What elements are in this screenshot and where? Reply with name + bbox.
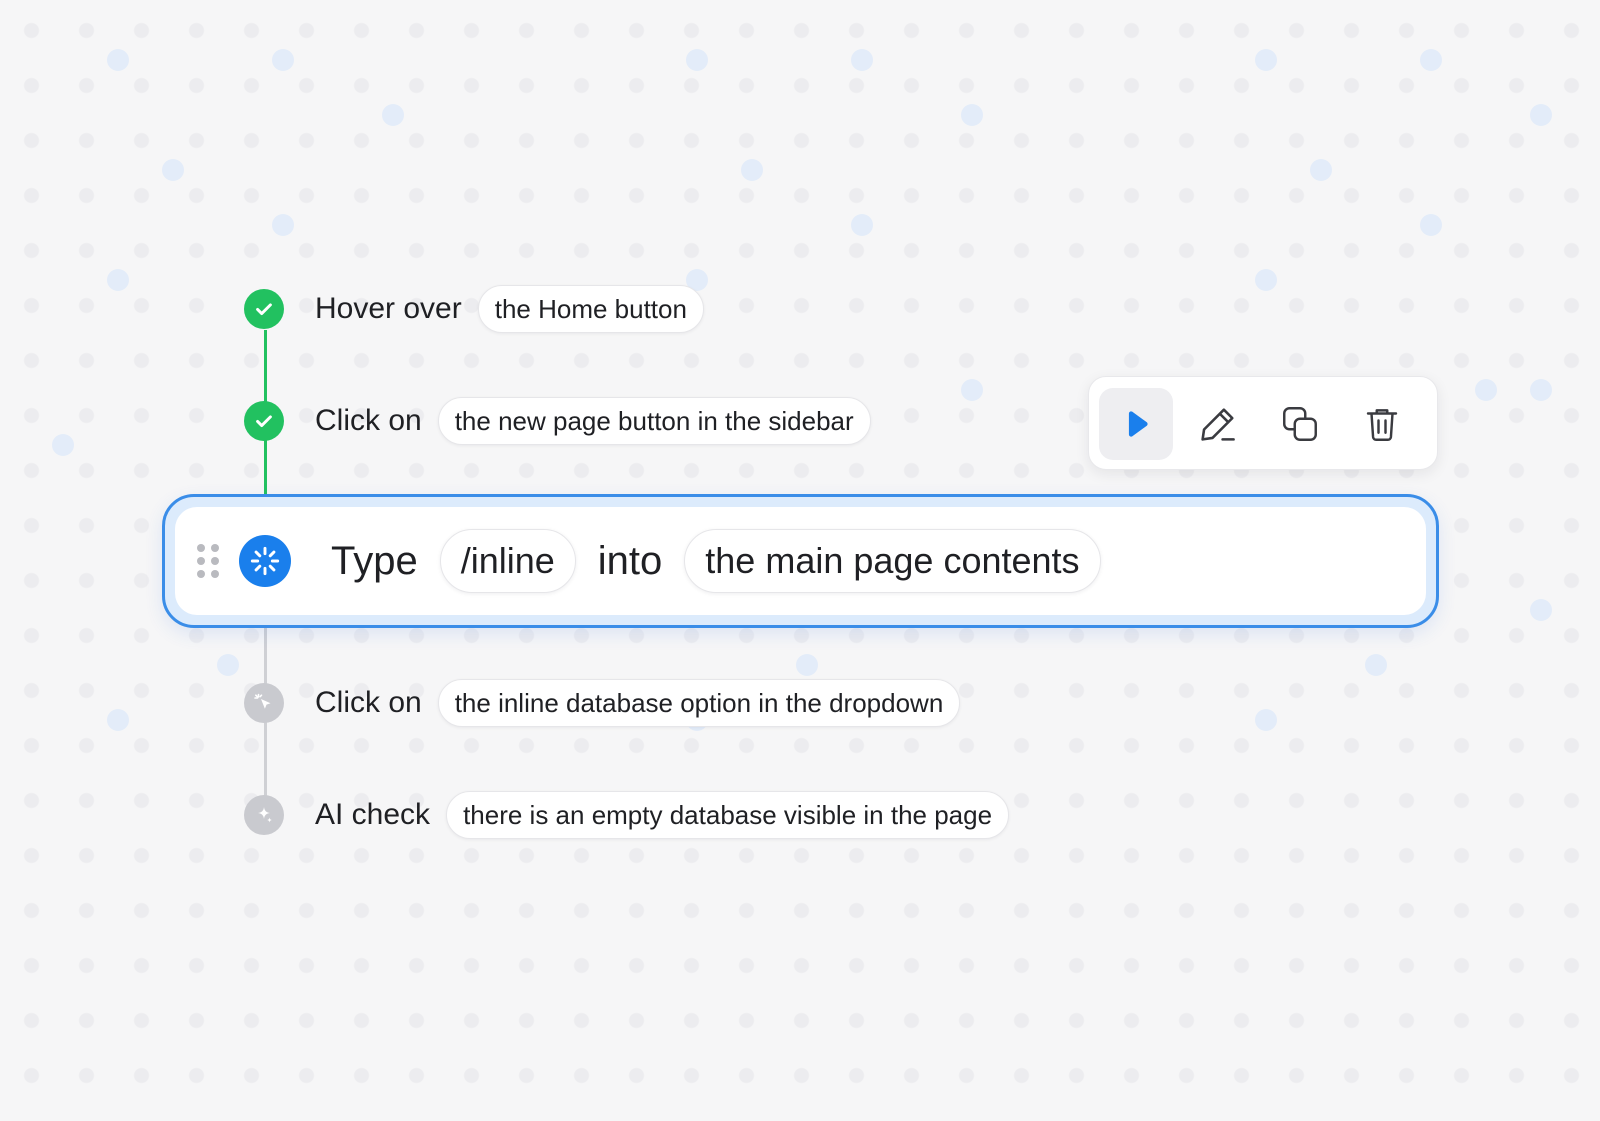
background-dot — [382, 104, 404, 126]
trash-icon — [1366, 409, 1398, 441]
step-target-pill[interactable]: there is an empty database visible in th… — [446, 791, 1010, 839]
background-dot — [1255, 269, 1277, 291]
step-hover-home[interactable]: Hover over the Home button — [244, 285, 704, 333]
active-step-card[interactable]: Type /inline into the main page contents — [162, 494, 1439, 628]
background-dot — [1420, 214, 1442, 236]
step-action: Click on — [315, 686, 422, 719]
background-dot — [1420, 49, 1442, 71]
check-icon — [244, 401, 284, 441]
background-dot — [1475, 379, 1497, 401]
background-dot — [851, 214, 873, 236]
background-dot — [52, 434, 74, 456]
background-dot — [162, 159, 184, 181]
step-target-pill[interactable]: the new page button in the sidebar — [437, 397, 871, 445]
sparkle-icon — [244, 795, 284, 835]
active-step-content: Type /inline into the main page contents — [175, 507, 1426, 615]
background-dot — [1255, 49, 1277, 71]
background-dot — [961, 379, 983, 401]
step-click-new-page[interactable]: Click on the new page button in the side… — [244, 397, 871, 445]
background-dot — [107, 49, 129, 71]
background-dot — [796, 654, 818, 676]
step-action: Type — [331, 538, 418, 583]
duplicate-step-button[interactable] — [1263, 388, 1337, 460]
step-action: Click on — [315, 404, 422, 437]
background-dot — [1255, 709, 1277, 731]
background-dot — [1530, 379, 1552, 401]
run-step-button[interactable] — [1099, 388, 1173, 460]
background-dot — [217, 654, 239, 676]
background-dot — [851, 49, 873, 71]
step-target-pill[interactable]: the Home button — [477, 285, 704, 333]
step-connector: into — [597, 538, 663, 583]
step-action-toolbar — [1088, 376, 1438, 470]
background-dot — [741, 159, 763, 181]
step-value-pill[interactable]: /inline — [439, 529, 576, 593]
duplicate-icon — [1283, 407, 1317, 441]
step-action: AI check — [315, 798, 431, 831]
background-dot — [107, 709, 129, 731]
spinner-icon — [239, 535, 291, 587]
delete-step-button[interactable] — [1345, 388, 1419, 460]
background-dot — [107, 269, 129, 291]
pencil-icon — [1201, 408, 1235, 441]
drag-handle-icon[interactable] — [197, 544, 219, 578]
background-dot — [686, 49, 708, 71]
edit-step-button[interactable] — [1181, 388, 1255, 460]
check-icon — [244, 289, 284, 329]
step-action: Hover over — [315, 292, 462, 325]
step-target-pill[interactable]: the main page contents — [684, 529, 1101, 593]
background-dot — [1530, 104, 1552, 126]
background-dot — [1365, 654, 1387, 676]
play-icon — [1128, 411, 1148, 437]
step-click-inline-database[interactable]: Click on the inline database option in t… — [244, 679, 961, 727]
step-ai-check[interactable]: AI check there is an empty database visi… — [244, 791, 1010, 839]
background-dot — [272, 214, 294, 236]
step-target-pill[interactable]: the inline database option in the dropdo… — [437, 679, 961, 727]
background-dot — [1530, 599, 1552, 621]
cursor-click-icon — [244, 683, 284, 723]
background-dot — [1310, 159, 1332, 181]
background-dot — [272, 49, 294, 71]
background-dot — [961, 104, 983, 126]
